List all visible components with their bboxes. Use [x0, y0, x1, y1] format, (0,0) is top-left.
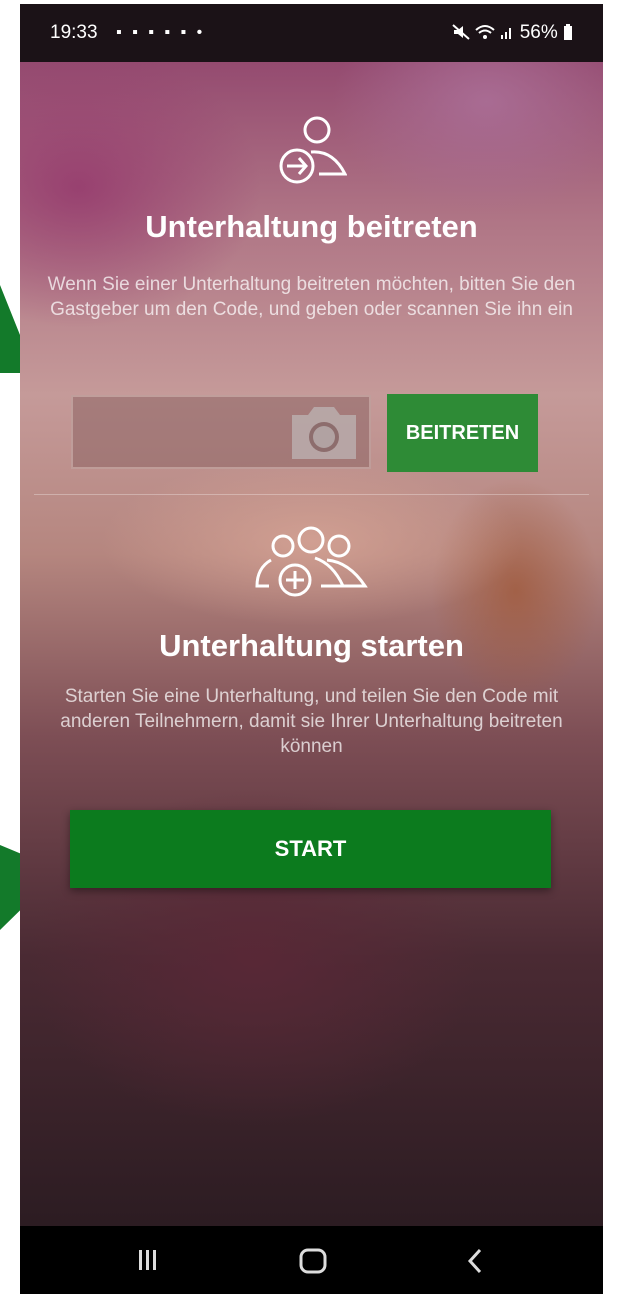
recent-apps-icon[interactable] — [137, 1248, 159, 1272]
join-title: Unterhaltung beitreten — [145, 209, 478, 244]
camera-icon[interactable] — [288, 405, 360, 461]
back-icon[interactable] — [467, 1248, 483, 1274]
start-title: Unterhaltung starten — [159, 628, 464, 663]
start-button[interactable]: START — [70, 810, 551, 888]
user-join-icon — [279, 116, 347, 184]
home-icon[interactable] — [299, 1248, 327, 1274]
section-divider — [34, 494, 589, 495]
notification-icons: ▪ ▪ ▪ ▪ ▪ • — [116, 24, 206, 41]
status-time: 19:33 — [50, 22, 98, 43]
phone-screen: 19:33 ▪ ▪ ▪ ▪ ▪ • 56% Unterhaltung beitr… — [20, 4, 603, 1294]
join-button[interactable]: BEITRETEN — [387, 394, 538, 472]
start-description: Starten Sie eine Unterhaltung, und teile… — [60, 686, 563, 757]
group-add-icon — [255, 526, 368, 597]
join-description: Wenn Sie einer Unterhaltung beitreten mö… — [47, 274, 576, 320]
mute-icon — [452, 24, 470, 40]
battery-percent: 56% — [519, 22, 558, 43]
status-bar: 19:33 ▪ ▪ ▪ ▪ ▪ • 56% — [20, 4, 603, 62]
signal-icon — [501, 28, 512, 39]
battery-icon — [564, 24, 572, 40]
blurred-background — [20, 4, 603, 1226]
wifi-icon — [475, 25, 495, 39]
navigation-bar — [20, 1226, 603, 1294]
status-right: 56% — [452, 22, 573, 44]
